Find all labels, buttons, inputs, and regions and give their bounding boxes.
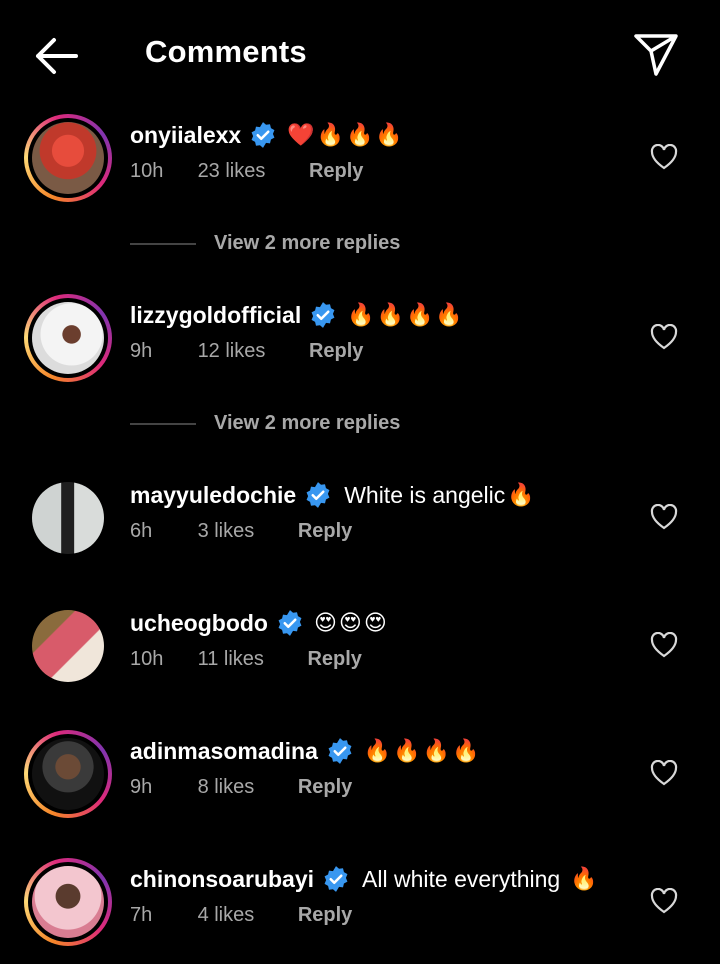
comment-time: 10h: [130, 160, 164, 182]
comment-time: 7h: [130, 904, 153, 926]
reply-button[interactable]: Reply: [309, 340, 363, 363]
comment-header: adinmasomadina 🔥🔥🔥🔥: [130, 737, 481, 765]
comment-meta: 9h 12 likes Reply: [130, 340, 363, 363]
like-button[interactable]: [650, 323, 678, 350]
divider-line: [130, 242, 196, 245]
comment-time: 9h: [130, 776, 153, 798]
comment-item: ucheogbodo 😍😍😍 10h 11 likes Reply: [0, 598, 720, 708]
comment-item: mayyuledochie White is angelic 🔥 6h 3 li…: [0, 470, 720, 580]
comment-likes[interactable]: 12 likes: [198, 340, 266, 363]
username[interactable]: adinmasomadina: [130, 738, 318, 765]
verified-badge-icon: [324, 866, 348, 892]
reply-button[interactable]: Reply: [307, 648, 361, 671]
comment-header: ucheogbodo 😍😍😍: [130, 609, 389, 637]
comment-meta: 10h 11 likes Reply: [130, 648, 362, 671]
comment-likes[interactable]: 11 likes: [198, 648, 264, 671]
back-button[interactable]: [30, 34, 82, 78]
comment-time: 10h: [130, 648, 164, 670]
username[interactable]: ucheogbodo: [130, 610, 268, 637]
avatar[interactable]: [24, 730, 112, 818]
comment-emojis: 🔥: [570, 866, 600, 891]
comment-time: 6h: [130, 520, 153, 542]
comment-header: chinonsoarubayi All white everything 🔥: [130, 865, 600, 893]
share-button[interactable]: [632, 32, 680, 78]
comment-meta: 7h 4 likes Reply: [130, 904, 352, 927]
view-more-replies[interactable]: View 2 more replies: [130, 412, 400, 435]
arrow-left-icon: [36, 38, 78, 74]
comment-time: 9h: [130, 340, 153, 362]
like-button[interactable]: [650, 143, 678, 170]
comment-header: lizzygoldofficial 🔥🔥🔥🔥: [130, 301, 465, 329]
verified-badge-icon: [251, 122, 275, 148]
view-more-replies[interactable]: View 2 more replies: [130, 232, 400, 255]
verified-badge-icon: [306, 482, 330, 508]
comment-likes[interactable]: 8 likes: [198, 776, 255, 799]
comment-likes[interactable]: 23 likes: [198, 160, 266, 183]
comment-item: lizzygoldofficial 🔥🔥🔥🔥 9h 12 likes Reply: [0, 290, 720, 400]
verified-badge-icon: [311, 302, 335, 328]
comment-meta: 6h 3 likes Reply: [130, 520, 352, 543]
heart-outline-icon: [650, 631, 678, 658]
comment-text: All white everything: [362, 865, 561, 892]
header: Comments: [0, 0, 720, 110]
reply-button[interactable]: Reply: [298, 776, 352, 799]
divider-line: [130, 422, 196, 425]
verified-badge-icon: [278, 610, 302, 636]
reply-button[interactable]: Reply: [298, 520, 352, 543]
comment-likes[interactable]: 4 likes: [198, 904, 255, 927]
username[interactable]: mayyuledochie: [130, 482, 296, 509]
comment-header: onyiialexx ❤️🔥🔥🔥: [130, 121, 405, 149]
heart-outline-icon: [650, 503, 678, 530]
username[interactable]: lizzygoldofficial: [130, 302, 301, 329]
verified-badge-icon: [328, 738, 352, 764]
username[interactable]: onyiialexx: [130, 122, 241, 149]
like-button[interactable]: [650, 631, 678, 658]
like-button[interactable]: [650, 503, 678, 530]
heart-outline-icon: [650, 887, 678, 914]
heart-outline-icon: [650, 143, 678, 170]
page-title: Comments: [145, 34, 307, 69]
comment-emojis: 🔥🔥🔥🔥: [347, 302, 465, 327]
view-more-label: View 2 more replies: [214, 232, 401, 254]
avatar[interactable]: [24, 858, 112, 946]
comment-header: mayyuledochie White is angelic 🔥: [130, 481, 537, 509]
comment-emojis: 🔥: [507, 482, 537, 507]
comment-item: chinonsoarubayi All white everything 🔥 7…: [0, 854, 720, 964]
avatar[interactable]: [24, 114, 112, 202]
comment-emojis: 😍😍😍: [313, 610, 389, 635]
avatar[interactable]: [24, 474, 112, 562]
comment-meta: 10h 23 likes Reply: [130, 160, 363, 183]
reply-button[interactable]: Reply: [309, 160, 363, 183]
comment-text: White is angelic: [344, 481, 506, 508]
comment-meta: 9h 8 likes Reply: [130, 776, 352, 799]
comment-emojis: 🔥🔥🔥🔥: [363, 738, 482, 763]
heart-outline-icon: [650, 759, 678, 786]
like-button[interactable]: [650, 887, 678, 914]
comment-emojis: ❤️🔥🔥🔥: [287, 122, 405, 147]
username[interactable]: chinonsoarubayi: [130, 866, 314, 893]
view-more-label: View 2 more replies: [214, 412, 401, 434]
like-button[interactable]: [650, 759, 678, 786]
reply-button[interactable]: Reply: [298, 904, 352, 927]
comment-item: adinmasomadina 🔥🔥🔥🔥 9h 8 likes Reply: [0, 726, 720, 836]
avatar[interactable]: [24, 602, 112, 690]
heart-outline-icon: [650, 323, 678, 350]
avatar[interactable]: [24, 294, 112, 382]
paper-plane-icon: [634, 34, 678, 76]
comment-likes[interactable]: 3 likes: [198, 520, 255, 543]
comment-item: onyiialexx ❤️🔥🔥🔥 10h 23 likes Reply: [0, 110, 720, 220]
